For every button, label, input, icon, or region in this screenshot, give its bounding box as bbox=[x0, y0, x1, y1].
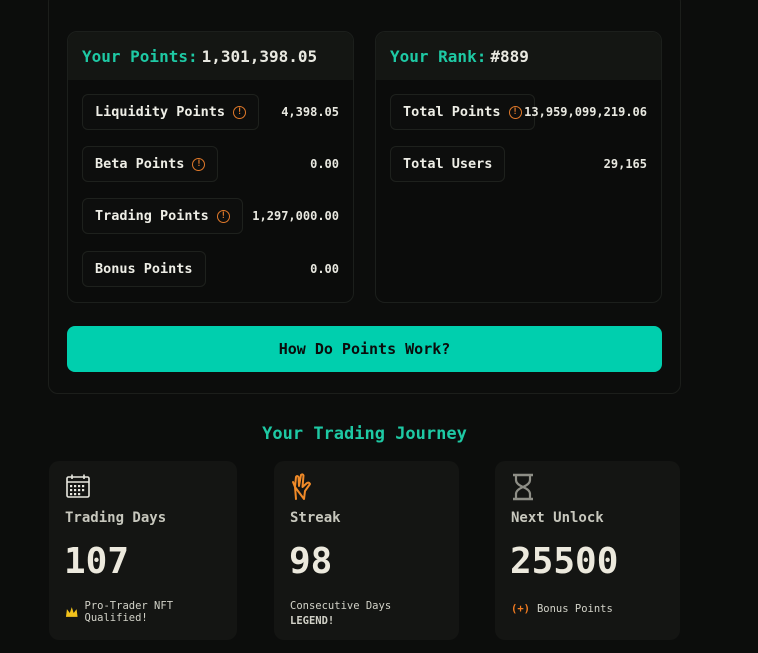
rank-header: Your Rank: #889 bbox=[376, 32, 661, 80]
trading-points-chip[interactable]: Trading Points ! bbox=[82, 198, 243, 234]
next-unlock-label: Next Unlock bbox=[511, 510, 604, 526]
next-unlock-value: 25500 bbox=[510, 541, 619, 582]
journey-title: Your Trading Journey bbox=[262, 424, 467, 444]
hand-icon bbox=[292, 473, 311, 500]
trading-days-value: 107 bbox=[64, 541, 130, 582]
beta-points-label: Beta Points bbox=[95, 156, 185, 172]
your-rank-label: Your Rank: bbox=[390, 46, 487, 66]
total-users-label: Total Users bbox=[403, 156, 493, 172]
bonus-points-text: Bonus Points bbox=[536, 603, 613, 615]
rank-row-total-users: Total Users 29,165 bbox=[390, 146, 647, 184]
streak-label: Streak bbox=[290, 510, 341, 526]
points-header: Your Points: 1,301,398.05 bbox=[68, 32, 353, 80]
total-points-label: Total Points bbox=[403, 104, 501, 120]
rank-panel: Your Rank: #889 Total Points ! 13,959,09… bbox=[375, 31, 662, 303]
points-row-trading: Trading Points ! 1,297,000.00 bbox=[82, 198, 339, 236]
total-points-value: 13,959,099,219.06 bbox=[524, 105, 647, 119]
info-icon[interactable]: ! bbox=[192, 157, 206, 171]
points-panel: Your Points: 1,301,398.05 Liquidity Poin… bbox=[67, 31, 354, 303]
points-row-beta: Beta Points ! 0.00 bbox=[82, 146, 339, 184]
consecutive-days-note: Consecutive Days bbox=[290, 600, 392, 612]
legend-badge: LEGEND! bbox=[290, 615, 335, 627]
rank-row-total-points: Total Points ! 13,959,099,219.06 bbox=[390, 94, 647, 132]
points-row-liquidity: Liquidity Points ! 4,398.05 bbox=[82, 94, 339, 132]
trading-days-card: Trading Days 107 Pro-Trader NFT Qualifie… bbox=[49, 461, 237, 640]
total-users-value: 29,165 bbox=[603, 157, 647, 171]
next-unlock-card: Next Unlock 25500 (+) Bonus Points bbox=[495, 461, 680, 640]
beta-points-chip[interactable]: Beta Points ! bbox=[82, 146, 219, 182]
hourglass-icon bbox=[513, 473, 533, 501]
bonus-points-label: Bonus Points bbox=[95, 261, 193, 277]
bonus-points-value: 0.00 bbox=[310, 262, 339, 276]
bonus-points-note: (+) Bonus Points bbox=[511, 603, 613, 615]
total-points-chip[interactable]: Total Points ! bbox=[390, 94, 535, 130]
how-points-work-button[interactable]: How Do Points Work? bbox=[67, 326, 662, 372]
your-points-label: Your Points: bbox=[82, 46, 198, 66]
info-icon[interactable]: ! bbox=[216, 209, 230, 223]
your-points-value: 1,301,398.05 bbox=[201, 46, 318, 66]
liquidity-points-chip[interactable]: Liquidity Points ! bbox=[82, 94, 260, 130]
streak-card: Streak 98 Consecutive Days LEGEND! bbox=[274, 461, 459, 640]
points-row-bonus: Bonus Points 0.00 bbox=[82, 251, 339, 289]
bonus-points-chip[interactable]: Bonus Points bbox=[82, 251, 206, 287]
crown-icon bbox=[65, 607, 78, 617]
info-icon[interactable]: ! bbox=[233, 105, 247, 119]
plus-badge: (+) bbox=[511, 603, 530, 615]
beta-points-value: 0.00 bbox=[310, 157, 339, 171]
trading-points-label: Trading Points bbox=[95, 208, 209, 224]
info-icon[interactable]: ! bbox=[508, 105, 522, 119]
calendar-icon bbox=[66, 474, 90, 498]
nft-qualified-text: Pro-Trader NFT Qualified! bbox=[84, 600, 174, 624]
nft-qualified-note: Pro-Trader NFT Qualified! bbox=[65, 600, 237, 624]
total-users-chip[interactable]: Total Users bbox=[390, 146, 506, 182]
streak-value: 98 bbox=[289, 541, 333, 582]
your-rank-value: #889 bbox=[490, 46, 529, 66]
trading-points-value: 1,297,000.00 bbox=[252, 209, 339, 223]
liquidity-points-label: Liquidity Points bbox=[95, 104, 226, 120]
trading-days-label: Trading Days bbox=[65, 510, 167, 526]
liquidity-points-value: 4,398.05 bbox=[281, 105, 339, 119]
